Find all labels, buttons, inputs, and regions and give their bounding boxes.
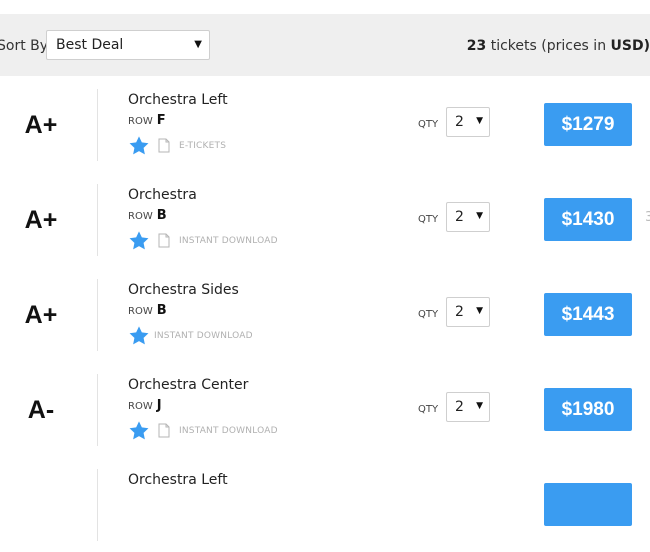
- listing-row-info: ROW B: [128, 303, 167, 318]
- price-button[interactable]: [544, 483, 632, 526]
- divider: [97, 89, 98, 161]
- delivery-tag: INSTANT DOWNLOAD: [179, 426, 278, 436]
- top-strip: [0, 0, 650, 15]
- qty-value: 2: [455, 399, 464, 415]
- row-value: B: [156, 303, 167, 318]
- caret-down-icon: ▼: [476, 211, 483, 221]
- listing-section[interactable]: Orchestra Left: [128, 92, 228, 108]
- qty-label: QTY: [418, 119, 439, 130]
- divider: [97, 279, 98, 351]
- delivery-tag: INSTANT DOWNLOAD: [179, 236, 278, 246]
- qty-value: 2: [455, 304, 464, 320]
- row-label: ROW: [128, 116, 153, 127]
- listing-section[interactable]: Orchestra Left: [128, 472, 228, 488]
- caret-down-icon: ▼: [476, 116, 483, 126]
- divider: [97, 374, 98, 446]
- qty-label: QTY: [418, 309, 439, 320]
- sort-label: Sort By: [0, 38, 49, 54]
- listing-section[interactable]: Orchestra Center: [128, 377, 248, 393]
- listing-grade: A+: [24, 111, 58, 139]
- row-label: ROW: [128, 401, 153, 412]
- ticket-count-currency: USD): [610, 38, 650, 54]
- document-icon: [158, 423, 170, 438]
- sort-select[interactable]: Best Deal ▼: [46, 30, 210, 60]
- qty-select[interactable]: 2 ▼: [446, 392, 490, 422]
- listing-grade: A+: [24, 301, 58, 329]
- caret-down-icon: ▼: [194, 39, 202, 50]
- listing-row[interactable]: A+ Orchestra ROW B INSTANT DOWNLOAD QTY 2…: [0, 172, 650, 268]
- caret-down-icon: ▼: [476, 401, 483, 411]
- listing-grade: A-: [27, 396, 55, 424]
- row-label: ROW: [128, 211, 153, 222]
- caret-down-icon: ▼: [476, 306, 483, 316]
- listing-grade: A+: [24, 206, 58, 234]
- row-value: B: [156, 208, 167, 223]
- qty-select[interactable]: 2 ▼: [446, 297, 490, 327]
- qty-value: 2: [455, 209, 464, 225]
- listing-row[interactable]: A+ Orchestra Left ROW F E-TICKETS QTY 2 ▼…: [0, 77, 650, 173]
- divider: [97, 184, 98, 256]
- row-value: J: [156, 398, 162, 413]
- qty-select[interactable]: 2 ▼: [446, 202, 490, 232]
- price-button[interactable]: $1279: [544, 103, 632, 146]
- truncated-text: 3: [645, 210, 650, 225]
- divider: [97, 469, 98, 541]
- row-value: F: [156, 113, 166, 128]
- row-label: ROW: [128, 306, 153, 317]
- listing-section[interactable]: Orchestra Sides: [128, 282, 239, 298]
- delivery-tag: INSTANT DOWNLOAD: [154, 331, 253, 341]
- ticket-count: 23 tickets (prices in USD): [467, 38, 650, 54]
- ticket-count-number: 23: [466, 38, 487, 54]
- listing-section[interactable]: Orchestra: [128, 187, 197, 203]
- listing-row-info: ROW B: [128, 208, 167, 223]
- delivery-tag: E-TICKETS: [179, 141, 227, 151]
- sort-select-value: Best Deal: [56, 37, 124, 53]
- listing-row[interactable]: Orchestra Left: [0, 457, 650, 552]
- listing-row-info: ROW F: [128, 113, 166, 128]
- star-icon[interactable]: [128, 420, 150, 442]
- listing-row[interactable]: A+ Orchestra Sides ROW B INSTANT DOWNLOAD…: [0, 267, 650, 363]
- qty-label: QTY: [418, 214, 439, 225]
- qty-label: QTY: [418, 404, 439, 415]
- star-icon[interactable]: [128, 230, 150, 252]
- listing-row[interactable]: A- Orchestra Center ROW J INSTANT DOWNLOA…: [0, 362, 650, 458]
- qty-value: 2: [455, 114, 464, 130]
- price-button[interactable]: $1430: [544, 198, 632, 241]
- price-button[interactable]: $1980: [544, 388, 632, 431]
- price-button[interactable]: $1443: [544, 293, 632, 336]
- ticket-count-suffix: tickets (prices in: [490, 38, 607, 54]
- sort-toolbar: Sort By Best Deal ▼ 23 tickets (prices i…: [0, 14, 650, 76]
- star-icon[interactable]: [128, 325, 150, 347]
- listing-row-info: ROW J: [128, 398, 162, 413]
- document-icon: [158, 138, 170, 153]
- star-icon[interactable]: [128, 135, 150, 157]
- document-icon: [158, 233, 170, 248]
- qty-select[interactable]: 2 ▼: [446, 107, 490, 137]
